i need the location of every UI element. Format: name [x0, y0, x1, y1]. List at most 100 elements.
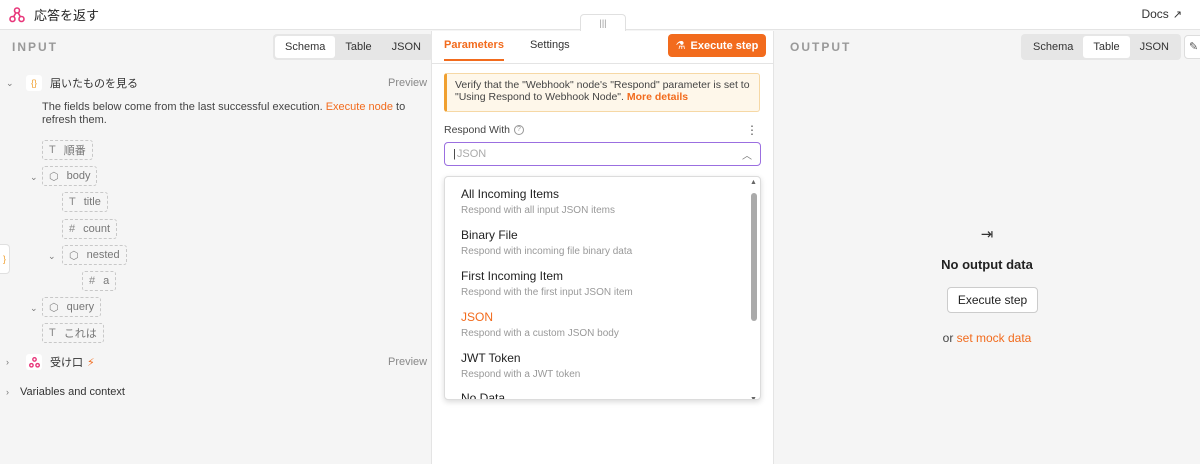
parameters-panel: Parameters Settings ⚗ Execute step Verif… [432, 31, 774, 464]
webhook-node-icon [26, 354, 42, 370]
more-details-link[interactable]: More details [627, 91, 688, 103]
schema-field-juniban[interactable]: T 順番 [42, 140, 93, 160]
tab-parameters[interactable]: Parameters [444, 39, 504, 61]
output-view-schema[interactable]: Schema [1023, 36, 1083, 58]
chevron-down-icon[interactable]: ⌄ [30, 172, 40, 183]
docs-link[interactable]: Docs ↗ [1141, 7, 1182, 21]
field-name: title [83, 196, 101, 208]
scroll-up-icon[interactable]: ▲ [750, 179, 757, 186]
field-name: a [103, 275, 110, 287]
variables-context-label: Variables and context [20, 386, 125, 398]
webhook-notice: Verify that the "Webhook" node's "Respon… [444, 73, 760, 112]
set-mock-data-link[interactable]: set mock data [957, 331, 1032, 345]
option-all-incoming-items[interactable]: All Incoming Items Respond with all inpu… [461, 187, 615, 216]
execute-node-link[interactable]: Execute node [326, 101, 393, 113]
field-name: count [83, 223, 111, 235]
field-name: これは [63, 328, 97, 340]
output-label: OUTPUT [790, 40, 852, 54]
number-type-icon: # [89, 275, 96, 287]
schema-field-nested[interactable]: ⬡ nested [62, 245, 127, 265]
lightning-icon: ⚡ [87, 356, 95, 369]
input-view-table[interactable]: Table [335, 36, 381, 58]
panel-drag-handle[interactable]: ||| [580, 14, 626, 31]
input-node-2-name: 受け口 [50, 357, 83, 369]
field-name: query [66, 301, 95, 313]
input-label: INPUT [12, 40, 58, 54]
side-panel-tab[interactable]: } [0, 244, 10, 274]
execute-step-button[interactable]: ⚗ Execute step [668, 34, 766, 57]
desc-text-before: The fields below come from the last succ… [42, 101, 326, 113]
input-node-1-description: The fields below come from the last succ… [42, 101, 432, 127]
field-options-icon[interactable]: ⋮ [746, 123, 758, 137]
respond-with-select[interactable]: | JSON ︿ [444, 142, 761, 166]
schema-field-koreha[interactable]: T これは [42, 323, 104, 343]
option-label: Binary File [461, 228, 518, 242]
output-panel: OUTPUT Schema Table JSON ✎ ⇥ No output d… [774, 31, 1200, 464]
external-link-icon: ↗ [1172, 8, 1182, 21]
pencil-icon: ✎ [1189, 41, 1199, 53]
schema-field-count[interactable]: # count [62, 219, 118, 239]
number-type-icon: # [69, 223, 76, 235]
chevron-down-icon[interactable]: ⌄ [30, 303, 40, 314]
output-view-switcher: Schema Table JSON [1021, 34, 1181, 60]
input-view-switcher: Schema Table JSON [273, 34, 433, 60]
option-label: JWT Token [461, 351, 521, 365]
no-output-title: No output data [941, 257, 1033, 272]
tab-divider [432, 63, 774, 64]
execute-step-label: Execute step [690, 39, 759, 52]
input-node-2-row[interactable]: › 受け口 ⚡ [6, 354, 95, 370]
or-text: or [942, 331, 957, 345]
option-desc: Respond with a custom JSON body [461, 328, 619, 339]
variables-context-row[interactable]: › Variables and context [6, 386, 125, 398]
string-type-icon: T [69, 196, 76, 208]
option-desc: Respond with a JWT token [461, 369, 581, 380]
respond-with-text: Respond With [444, 124, 510, 136]
n8n-logo-icon [8, 6, 26, 24]
input-node-1-preview[interactable]: Preview [388, 77, 427, 89]
chevron-down-icon[interactable]: ⌄ [48, 251, 58, 262]
node-title[interactable]: 応答を返す [34, 5, 99, 24]
param-tabs: Parameters Settings [444, 39, 570, 61]
field-name: body [66, 170, 91, 182]
input-node-1-name: 届いたものを見る [50, 78, 138, 90]
option-label: First Incoming Item [461, 269, 564, 283]
option-desc: Respond with all input JSON items [461, 205, 615, 216]
chevron-down-icon[interactable]: ⌄ [6, 78, 16, 89]
schema-field-a[interactable]: # a [82, 271, 117, 291]
string-type-icon: T [49, 327, 56, 339]
option-label: No Data [461, 391, 506, 400]
chevron-right-icon[interactable]: › [6, 357, 16, 367]
object-type-icon: ⬡ [49, 170, 59, 183]
dropdown-scrollbar[interactable]: ▲ ▼ [750, 179, 757, 399]
option-binary-file[interactable]: Binary File Respond with incoming file b… [461, 228, 632, 257]
scrollbar-thumb[interactable] [751, 193, 757, 321]
input-view-schema[interactable]: Schema [275, 36, 336, 58]
tab-settings[interactable]: Settings [530, 39, 570, 61]
respond-with-dropdown: All Incoming Items Respond with all inpu… [444, 176, 761, 400]
edit-output-button[interactable]: ✎ [1184, 35, 1200, 59]
output-view-table[interactable]: Table [1083, 36, 1130, 58]
schema-field-title[interactable]: Ttitle [62, 192, 108, 212]
chevron-right-icon[interactable]: › [6, 387, 16, 397]
schema-field-query[interactable]: ⬡ query [42, 297, 102, 317]
option-json[interactable]: JSON Respond with a custom JSON body [461, 310, 619, 339]
scroll-down-icon[interactable]: ▼ [750, 396, 757, 399]
option-no-data[interactable]: No Data [461, 391, 506, 400]
help-icon[interactable]: ? [513, 125, 524, 135]
output-execute-step-button[interactable]: Execute step [947, 287, 1038, 313]
input-node-2-preview[interactable]: Preview [388, 356, 427, 368]
option-desc: Respond with incoming file binary data [461, 246, 633, 257]
option-desc: Respond with the first input JSON item [461, 287, 633, 298]
output-arrow-icon: ⇥ [980, 226, 994, 243]
input-view-json[interactable]: JSON [382, 36, 431, 58]
schema-field-body[interactable]: ⬡ body [42, 166, 98, 186]
option-jwt-token[interactable]: JWT Token Respond with a JWT token [461, 351, 580, 380]
text-cursor: | [453, 148, 456, 160]
object-type-icon: ⬡ [69, 249, 79, 262]
option-label: All Incoming Items [461, 187, 560, 201]
output-view-json[interactable]: JSON [1130, 36, 1179, 58]
input-node-1-row[interactable]: ⌄ {} 届いたものを見る [6, 75, 138, 91]
option-first-incoming-item[interactable]: First Incoming Item Respond with the fir… [461, 269, 633, 298]
object-type-icon: ⬡ [49, 301, 59, 314]
chevron-up-icon[interactable]: ︿ [742, 147, 752, 162]
